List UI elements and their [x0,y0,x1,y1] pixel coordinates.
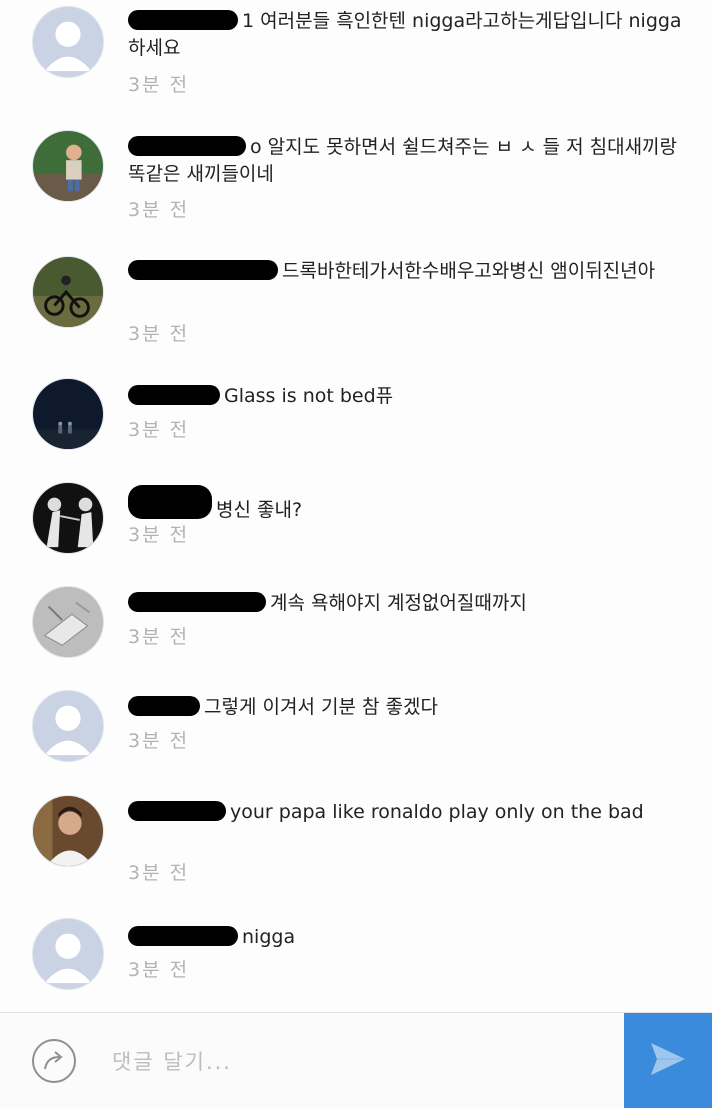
comment-timestamp: 3분 전 [128,959,190,981]
comment-timestamp: 3분 전 [128,323,190,345]
fencing-photo[interactable] [32,482,104,554]
redacted-username [128,801,226,821]
comment-list: 1 여러분들 흑인한텐 nigga라고하는게답입니다 nigga 하세요 3분 … [0,0,712,1012]
comment-text: 계속 욕해야지 계정없어질때까지 [128,590,688,617]
comment-text: your papa like ronaldo play only on the … [128,799,688,826]
comment-timestamp: 3분 전 [128,730,190,752]
redacted-username [128,592,266,612]
redacted-username [128,136,246,156]
redacted-username [128,926,238,946]
person-photo[interactable] [32,795,104,867]
comment-text: nigga [128,924,688,951]
send-button[interactable] [624,1013,712,1108]
redacted-username [128,260,278,280]
send-icon [649,1041,687,1081]
sketch-photo[interactable] [32,586,104,658]
default-avatar-icon[interactable] [32,6,104,78]
default-avatar-icon[interactable] [32,918,104,990]
redacted-username [128,385,220,405]
comment-input[interactable] [110,1033,604,1090]
cyclists-photo[interactable] [32,256,104,328]
comment-timestamp: 3분 전 [128,199,190,221]
comment-text: 병신 좋내? [128,485,688,524]
comment-composer [0,1012,712,1108]
redacted-username [128,485,212,519]
comment-text: 드록바한테가서한수배우고와병신 앰이뒤진년아 [128,258,688,285]
night-scene-photo[interactable] [32,378,104,450]
child-photo[interactable] [32,130,104,202]
comment-timestamp: 3분 전 [128,626,190,648]
redacted-username [128,10,238,30]
comment-timestamp: 3분 전 [128,419,190,441]
comment-text: 1 여러분들 흑인한텐 nigga라고하는게답입니다 nigga 하세요 [128,10,682,59]
comment-timestamp: 3분 전 [128,524,190,546]
comment-timestamp: 3분 전 [128,862,190,884]
default-avatar-icon[interactable] [32,690,104,762]
comment-text: Glass is not bed퓨 [128,383,688,410]
redacted-username [128,696,200,716]
comment-text: 그렇게 이겨서 기분 참 좋겠다 [128,694,688,721]
comment-text: o 알지도 못하면서 쉴드쳐주는 ㅂ ㅅ 들 저 침대새끼랑 똑같은 새끼들이네 [128,136,678,185]
comment-timestamp: 3분 전 [128,74,190,96]
reply-arrow-icon[interactable] [32,1039,76,1083]
